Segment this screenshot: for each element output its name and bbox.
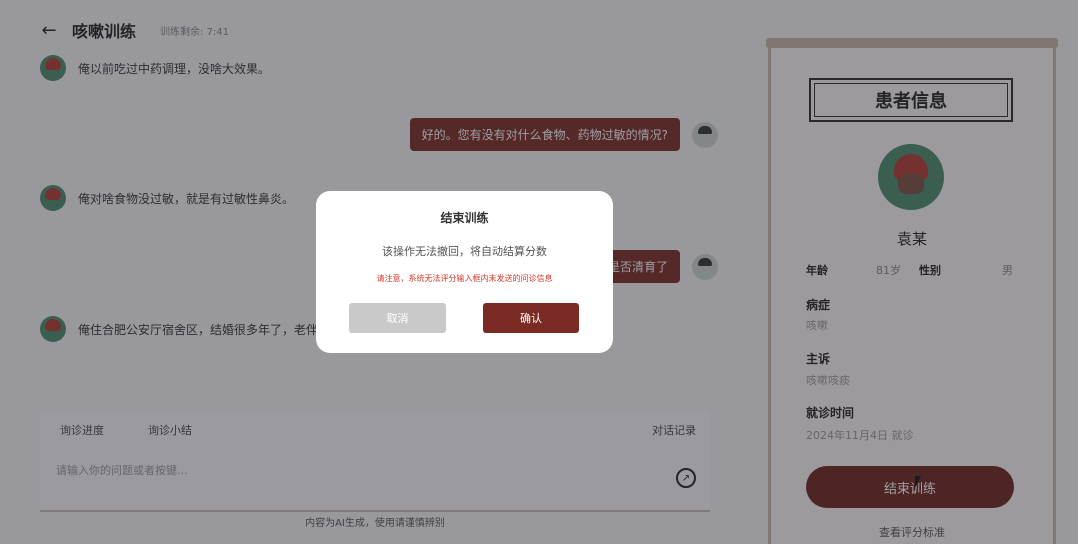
dialog-warning: 请注意，系统无法评分输入框内未发送的问诊信息 — [376, 274, 553, 283]
app: ← 咳嗽训练 训练剩余: 7:41 俺以前吃过中药调理，没啥大效果。 好的。您有… — [0, 0, 1078, 544]
dialog-title: 结束训练 — [440, 211, 489, 225]
cancel-button[interactable]: 取消 — [349, 303, 446, 333]
end-training-dialog: 结束训练 该操作无法撤回，将自动结算分数 请注意，系统无法评分输入框内未发送的问… — [316, 191, 613, 353]
confirm-button[interactable]: 确认 — [483, 303, 579, 333]
dialog-message: 该操作无法撤回，将自动结算分数 — [382, 245, 547, 258]
